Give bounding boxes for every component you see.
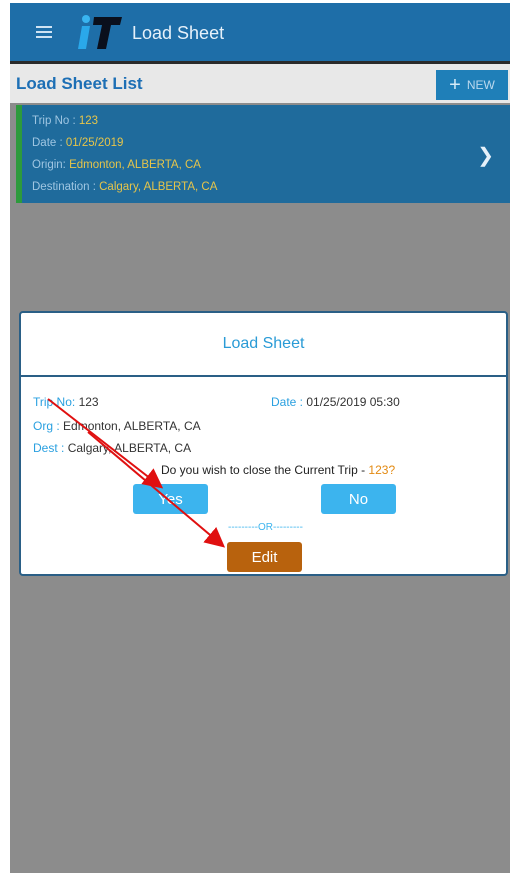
new-button-label: NEW [466,78,495,92]
app-bar: Load Sheet [10,3,510,61]
question-text: Do you wish to close the Current Trip - [161,463,369,477]
load-sheet-dialog: Load Sheet Trip No: 123 Date : 01/25/201… [19,311,508,576]
dialog-org-label: Org : [33,419,60,433]
plus-icon: + [449,74,461,96]
dialog-date-label: Date : [271,395,304,409]
question-trip-number: 123? [368,463,396,477]
yes-button[interactable]: Yes [133,484,208,514]
phone-screen: Load Sheet Load Sheet List + NEW Trip No… [10,3,510,873]
app-logo [78,15,122,49]
menu-icon[interactable] [36,26,52,38]
dialog-dest: Dest : Calgary, ALBERTA, CA [33,441,191,455]
new-button[interactable]: + NEW [436,70,508,100]
dialog-org: Org : Edmonton, ALBERTA, CA [33,419,201,433]
list-title: Load Sheet List [16,74,143,93]
dialog-title: Load Sheet [222,335,305,352]
dialog-date: Date : 01/25/2019 05:30 [271,395,400,409]
origin-value: Edmonton, ALBERTA, CA [69,159,201,171]
trip-list-item[interactable]: Trip No : 123 Date : 01/25/2019 Origin: … [16,105,510,203]
date-value: 01/25/2019 [65,137,124,149]
destination-label: Destination : [32,181,100,193]
dialog-trip-no: Trip No: 123 [33,395,99,409]
dialog-dest-label: Dest : [33,441,65,455]
origin-label: Origin: [32,159,70,171]
date-label: Date : [32,137,66,149]
trip-no-label: Trip No : [32,115,79,127]
app-title: Load Sheet [132,23,225,43]
trip-no-value: 123 [78,115,99,127]
edit-button[interactable]: Edit [227,542,302,572]
destination-value: Calgary, ALBERTA, CA [99,181,218,193]
close-trip-question: Do you wish to close the Current Trip - … [21,463,506,477]
list-header: Load Sheet List + NEW [10,61,510,103]
or-divider: ---------OR--------- [228,522,303,533]
dialog-dest-value: Calgary, ALBERTA, CA [67,441,192,455]
chevron-right-icon[interactable]: ❯ [477,143,494,168]
dialog-date-value: 01/25/2019 05:30 [306,395,400,409]
no-button[interactable]: No [321,484,396,514]
trip-no-row: Trip No : 123 [32,115,510,127]
dialog-trip-value: 123 [78,395,99,409]
dialog-header: Load Sheet [21,313,506,377]
dialog-trip-label: Trip No: [33,395,76,409]
date-row: Date : 01/25/2019 [32,137,510,149]
destination-row: Destination : Calgary, ALBERTA, CA [32,181,510,193]
origin-row: Origin: Edmonton, ALBERTA, CA [32,159,510,171]
dialog-org-value: Edmonton, ALBERTA, CA [63,419,201,433]
